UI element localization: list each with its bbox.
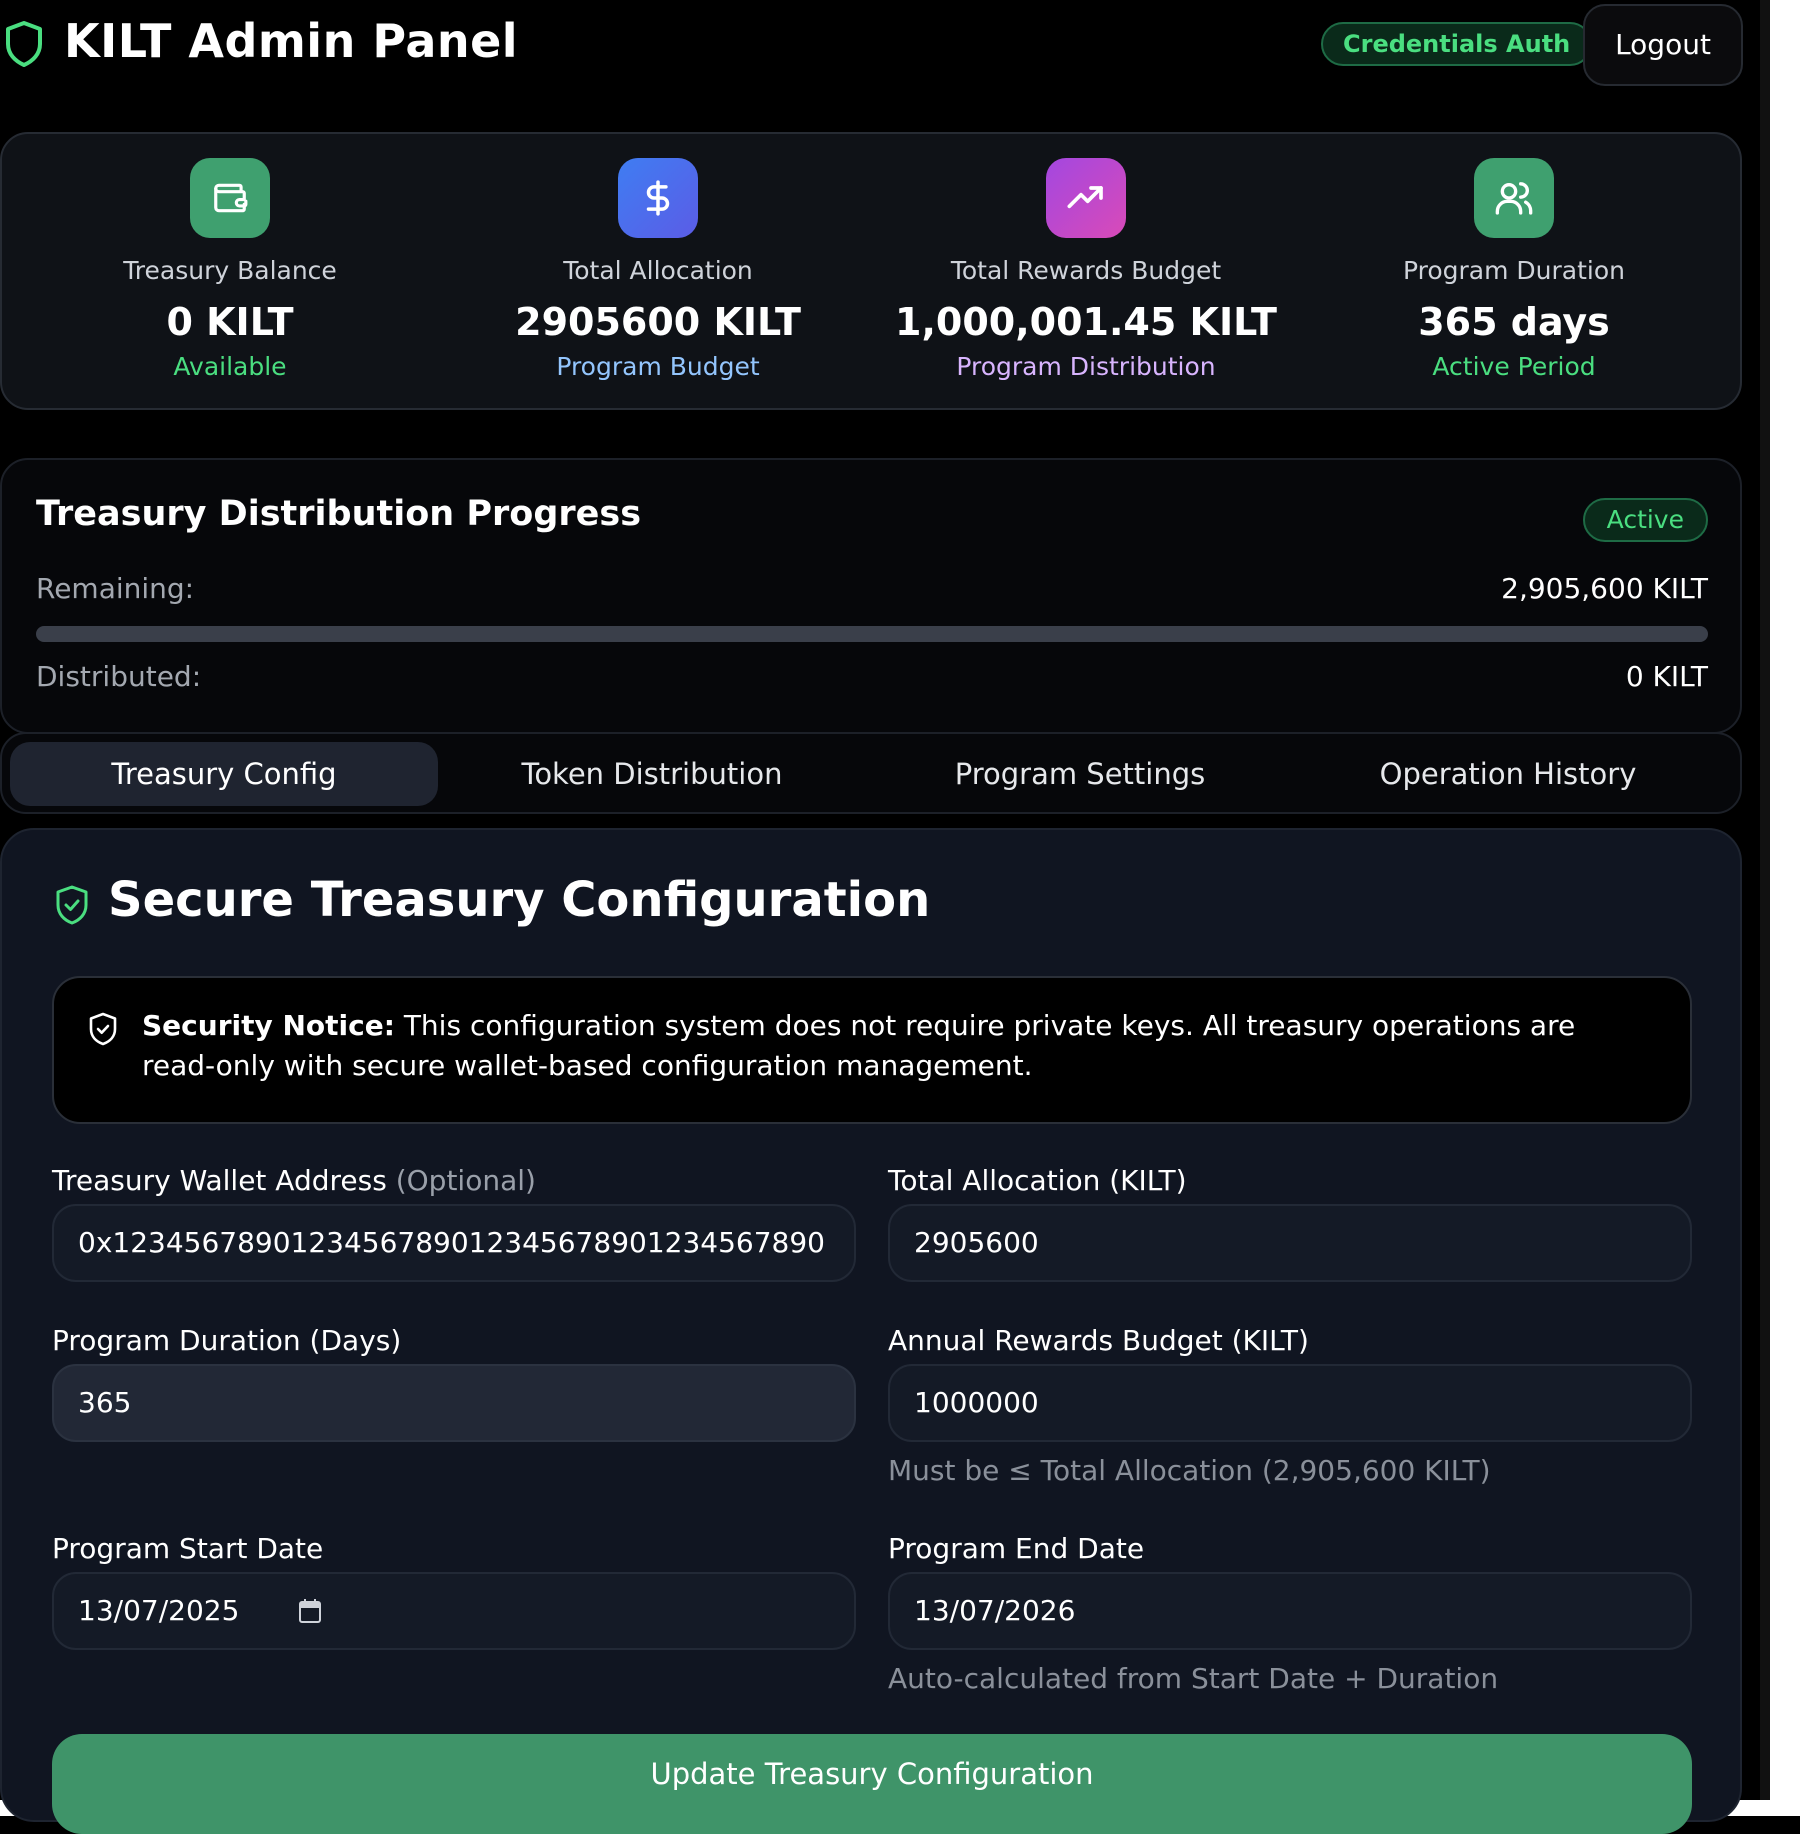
stat-value: 1,000,001.45 KILT: [895, 300, 1277, 344]
tab-operation-history[interactable]: Operation History: [1294, 742, 1722, 806]
stat-program-duration: Program Duration 365 days Active Period: [1300, 134, 1728, 408]
logout-button[interactable]: Logout: [1583, 4, 1743, 86]
stat-value: 365 days: [1418, 300, 1610, 344]
stat-value: 2905600 KILT: [515, 300, 801, 344]
end-date-hint: Auto-calculated from Start Date + Durati…: [888, 1662, 1499, 1695]
trending-up-icon: [1046, 158, 1126, 238]
tab-program-settings[interactable]: Program Settings: [866, 742, 1294, 806]
optional-tag: (Optional): [395, 1164, 536, 1197]
stat-label: Treasury Balance: [123, 256, 337, 285]
config-title: Secure Treasury Configuration: [108, 872, 931, 928]
notice-bold: Security Notice:: [142, 1009, 395, 1042]
stat-total-rewards-budget: Total Rewards Budget 1,000,001.45 KILT P…: [872, 134, 1300, 408]
total-allocation-label: Total Allocation (KILT): [888, 1164, 1187, 1197]
shield-logo-icon: [6, 21, 42, 67]
stats-card: Treasury Balance 0 KILT Available Total …: [0, 132, 1742, 410]
distribution-progress-card: Treasury Distribution Progress Active Re…: [0, 458, 1742, 734]
remaining-value: 2,905,600 KILT: [1501, 572, 1708, 605]
calendar-icon[interactable]: [298, 1598, 322, 1624]
stat-sub: Program Budget: [556, 352, 760, 381]
dollar-icon: [618, 158, 698, 238]
distributed-label: Distributed:: [36, 660, 202, 693]
stat-value: 0 KILT: [166, 300, 294, 344]
shield-check-icon: [56, 885, 88, 925]
wallet-address-label: Treasury Wallet Address (Optional): [52, 1164, 536, 1197]
treasury-config-card: Secure Treasury Configuration Security N…: [0, 828, 1742, 1834]
start-date-label: Program Start Date: [52, 1532, 324, 1565]
wallet-address-input[interactable]: 0x12345678901234567890123456789012345678…: [52, 1204, 856, 1282]
app-title: KILT Admin Panel: [64, 14, 519, 68]
security-notice-text: Security Notice: This configuration syst…: [142, 1006, 1640, 1086]
total-allocation-input[interactable]: 2905600: [888, 1204, 1692, 1282]
distribution-progress-bar: [36, 626, 1708, 642]
status-badge: Active: [1582, 498, 1708, 542]
start-date-value: 13/07/2025: [78, 1594, 240, 1627]
end-date-label: Program End Date: [888, 1532, 1145, 1565]
shield-check-icon: [89, 1012, 117, 1046]
scrollbar-track: [1760, 0, 1770, 1800]
program-duration-label: Program Duration (Days): [52, 1324, 402, 1357]
distributed-value: 0 KILT: [1625, 660, 1708, 693]
annual-rewards-label: Annual Rewards Budget (KILT): [888, 1324, 1309, 1357]
window-edge: [1770, 0, 1800, 1816]
auth-status-badge: Credentials Auth: [1321, 22, 1593, 66]
stat-sub: Active Period: [1432, 352, 1596, 381]
stat-label: Total Rewards Budget: [950, 256, 1222, 285]
users-icon: [1474, 158, 1554, 238]
stat-sub: Program Distribution: [956, 352, 1216, 381]
header: KILT Admin Panel Credentials Auth Logout: [0, 0, 1743, 100]
stat-label: Program Duration: [1402, 256, 1625, 285]
start-date-input[interactable]: 13/07/2025: [52, 1572, 856, 1650]
stat-sub: Available: [173, 352, 287, 381]
security-notice: Security Notice: This configuration syst…: [52, 976, 1692, 1124]
wallet-label-text: Treasury Wallet Address: [52, 1164, 387, 1197]
stat-total-allocation: Total Allocation 2905600 KILT Program Bu…: [444, 134, 872, 408]
update-treasury-config-button[interactable]: Update Treasury Configuration: [52, 1734, 1692, 1834]
tab-token-distribution[interactable]: Token Distribution: [438, 742, 866, 806]
program-duration-input[interactable]: 365: [52, 1364, 856, 1442]
remaining-label: Remaining:: [36, 572, 195, 605]
tab-bar: Treasury Config Token Distribution Progr…: [0, 732, 1742, 814]
wallet-icon: [190, 158, 270, 238]
end-date-input[interactable]: 13/07/2026: [888, 1572, 1692, 1650]
stat-treasury-balance: Treasury Balance 0 KILT Available: [16, 134, 444, 408]
progress-title: Treasury Distribution Progress: [36, 494, 642, 534]
rewards-hint: Must be ≤ Total Allocation (2,905,600 KI…: [888, 1454, 1491, 1487]
annual-rewards-input[interactable]: 1000000: [888, 1364, 1692, 1442]
stat-label: Total Allocation: [563, 256, 753, 285]
tab-treasury-config[interactable]: Treasury Config: [10, 742, 438, 806]
